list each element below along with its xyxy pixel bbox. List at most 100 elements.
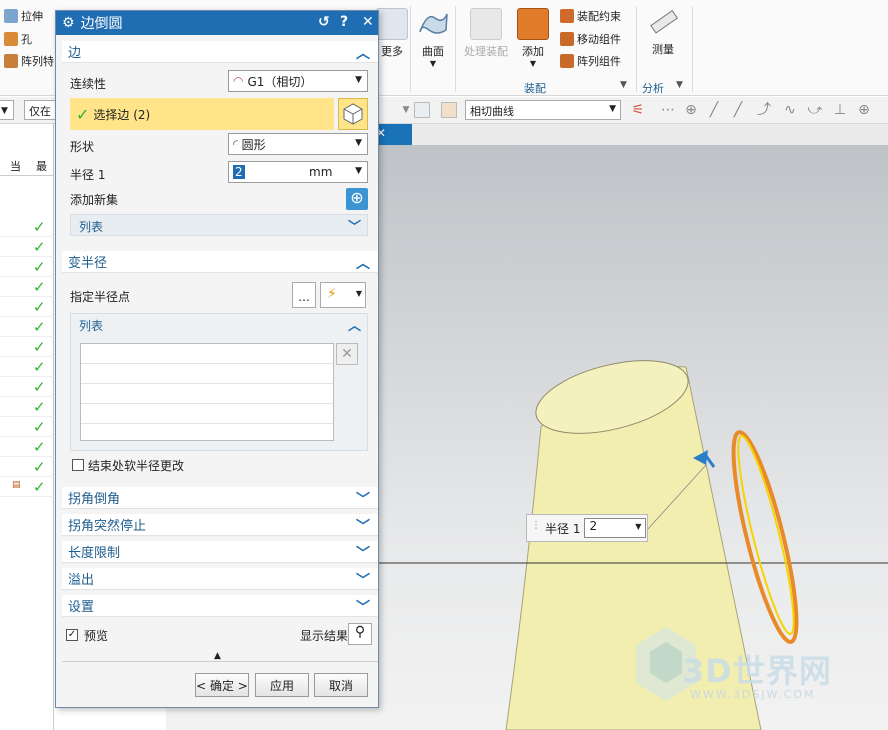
drag-grip-icon[interactable]: ⋮ bbox=[531, 520, 541, 531]
pattern-component-icon bbox=[560, 54, 574, 68]
ribbon-assembly-constraint-button[interactable]: 装配约束 bbox=[560, 8, 621, 24]
expand-chevron-icon[interactable]: ﹀ bbox=[348, 216, 361, 235]
section-stop-short-header[interactable]: 拐角突然停止 ﹀ bbox=[62, 514, 378, 536]
ribbon-measure-button[interactable]: 测量 bbox=[647, 6, 679, 57]
select-edge-row[interactable]: ✓ 选择边 (2) bbox=[70, 98, 334, 130]
soft-radius-change-checkbox[interactable] bbox=[72, 459, 84, 471]
feature-up-to-date-check-icon: ✓ bbox=[33, 358, 46, 376]
snap-intersection-icon[interactable]: ⤴ bbox=[756, 102, 772, 118]
help-icon[interactable]: ? bbox=[340, 14, 348, 30]
collapse-chevron-icon[interactable]: ︿ bbox=[356, 253, 370, 273]
ok-button[interactable]: < 确定 > bbox=[195, 673, 249, 697]
edge-list-header[interactable]: 列表 ﹀ bbox=[70, 214, 368, 236]
section-overflow-header[interactable]: 溢出 ﹀ bbox=[62, 568, 378, 590]
section-settings-header[interactable]: 设置 ﹀ bbox=[62, 595, 378, 617]
navigator-row-divider bbox=[0, 436, 54, 437]
ribbon-hole-button[interactable]: 孔 bbox=[4, 31, 32, 47]
select-edge-button[interactable] bbox=[338, 98, 368, 130]
snap-dropdown-icon[interactable]: ▼ bbox=[398, 102, 414, 118]
feature-up-to-date-check-icon: ✓ bbox=[33, 378, 46, 396]
navigator-row-divider bbox=[0, 276, 54, 277]
expand-chevron-icon[interactable]: ﹀ bbox=[356, 489, 370, 509]
hole-icon bbox=[4, 32, 18, 46]
assembly-group-expand-icon[interactable]: ▼ bbox=[620, 80, 627, 90]
expand-chevron-icon[interactable]: ﹀ bbox=[356, 570, 370, 590]
assembly-constraint-label: 装配约束 bbox=[577, 10, 621, 23]
snap-existing-point-icon[interactable]: ⊕ bbox=[856, 102, 872, 118]
remove-point-button[interactable]: ✕ bbox=[336, 343, 358, 365]
radius-point-list[interactable] bbox=[80, 343, 334, 441]
snap-endpoint-icon[interactable]: ⊕ bbox=[683, 102, 699, 118]
check-icon: ✓ bbox=[76, 104, 90, 124]
snap-point-icon[interactable]: ⋯ bbox=[660, 102, 676, 118]
shape-label: 形状 bbox=[70, 140, 95, 154]
move-component-label: 移动组件 bbox=[577, 33, 621, 46]
expand-chevron-icon[interactable]: ﹀ bbox=[356, 543, 370, 563]
solid-select-icon[interactable] bbox=[414, 102, 430, 118]
expand-chevron-icon[interactable]: ﹀ bbox=[356, 516, 370, 536]
curve-rule-value: 相切曲线 bbox=[470, 105, 514, 118]
snap-settings-icon[interactable]: ⚟ bbox=[630, 102, 646, 118]
collapse-chevron-icon[interactable]: ︿ bbox=[348, 315, 361, 334]
specify-radius-point-label: 指定半径点 bbox=[70, 290, 131, 304]
feature-up-to-date-check-icon: ✓ bbox=[33, 418, 46, 436]
point-inference-dropdown[interactable]: ⚡ ▼ bbox=[320, 282, 366, 308]
navigator-row-divider bbox=[0, 296, 54, 297]
analysis-group-expand-icon[interactable]: ▼ bbox=[676, 80, 683, 90]
add-new-set-button[interactable]: ⊕ bbox=[346, 188, 368, 210]
navigator-row-divider bbox=[0, 336, 54, 337]
ribbon-process-assembly-button[interactable]: 处理装配 bbox=[464, 8, 508, 59]
ribbon-add-component-button[interactable]: 添加 ▼ bbox=[517, 8, 549, 68]
collapse-dialog-icon[interactable]: ▲ bbox=[214, 651, 221, 661]
close-icon[interactable]: ✕ bbox=[362, 14, 374, 30]
section-length-limit-header[interactable]: 长度限制 ﹀ bbox=[62, 541, 378, 563]
section-variable-radius-title: 变半径 bbox=[68, 256, 108, 271]
show-result-button[interactable]: ⚲ bbox=[348, 623, 372, 645]
ribbon-pattern-feature-button[interactable]: 阵列特 bbox=[4, 53, 54, 69]
reset-icon[interactable]: ↺ bbox=[318, 14, 330, 30]
edge-list-label: 列表 bbox=[79, 220, 104, 234]
section-edge-header[interactable]: 边 ︿ bbox=[62, 41, 378, 63]
feature-up-to-date-check-icon: ✓ bbox=[33, 238, 46, 256]
curve-rule-dropdown[interactable]: 相切曲线 ▼ bbox=[465, 100, 621, 120]
radius-onscreen-field[interactable]: 2 ▼ bbox=[584, 518, 647, 538]
ribbon-extrude-button[interactable]: 拉伸 bbox=[4, 8, 43, 24]
ribbon-move-component-button[interactable]: 移动组件 bbox=[560, 31, 621, 47]
collapse-chevron-icon[interactable]: ︿ bbox=[356, 43, 370, 63]
navigator-row-divider bbox=[0, 456, 54, 457]
surface-label: 曲面 bbox=[422, 45, 444, 58]
radius-onscreen-input[interactable]: ⋮ 半径 1 2 ▼ bbox=[526, 514, 648, 542]
snap-midpoint-icon[interactable]: ╱ bbox=[706, 102, 722, 118]
ribbon-pattern-component-button[interactable]: 阵列组件 bbox=[560, 53, 621, 69]
surface-icon bbox=[419, 13, 448, 34]
settings-gear-icon[interactable]: ⚙ bbox=[62, 15, 75, 31]
ribbon-more-button[interactable]: 更多 bbox=[376, 8, 408, 59]
snap-control-point-icon[interactable]: ╱ bbox=[730, 102, 746, 118]
snap-curve-point-icon[interactable]: ∿ bbox=[782, 102, 798, 118]
continuity-dropdown[interactable]: ◠ G1（相切） ▼ bbox=[228, 70, 368, 92]
point-dialog-button[interactable]: … bbox=[292, 282, 316, 308]
column-latest: 最 bbox=[36, 160, 47, 173]
shape-dropdown[interactable]: ◜ 圆形 ▼ bbox=[228, 133, 368, 155]
type-filter-dropdown[interactable]: ▼ bbox=[0, 100, 14, 120]
more-label: 更多 bbox=[381, 45, 403, 58]
radius-input[interactable]: 2 mm ▼ bbox=[228, 161, 368, 183]
chevron-down-icon: ▼ bbox=[355, 289, 362, 298]
snap-quadrant-icon[interactable]: ⊥ bbox=[832, 102, 848, 118]
ribbon-surface-button[interactable]: 曲面 ▼ bbox=[417, 8, 449, 68]
face-select-icon[interactable] bbox=[441, 102, 457, 118]
snap-arc-center-icon[interactable]: ⤻ bbox=[807, 102, 823, 118]
section-corner-setback-header[interactable]: 拐角倒角 ﹀ bbox=[62, 487, 378, 509]
navigator-row-divider bbox=[0, 256, 54, 257]
cancel-button[interactable]: 取消 bbox=[314, 673, 368, 697]
continuity-label: 连续性 bbox=[70, 77, 107, 91]
dialog-titlebar[interactable]: ⚙ 边倒圆 ↺ ? ✕ bbox=[56, 11, 378, 35]
preview-checkbox[interactable]: ✓ bbox=[66, 629, 78, 641]
expand-chevron-icon[interactable]: ﹀ bbox=[356, 597, 370, 617]
section-edge-title: 边 bbox=[68, 46, 82, 61]
apply-button[interactable]: 应用 bbox=[255, 673, 309, 697]
section-variable-radius-header[interactable]: 变半径 ︿ bbox=[62, 251, 378, 273]
plus-circle-icon: ⊕ bbox=[350, 188, 364, 207]
part-navigator: 当 最 ✓ ✓ ✓ ✓ ✓ ✓ ✓ ✓ ✓ ✓ ✓ ✓ ✓ ✓ ▤ bbox=[0, 124, 54, 730]
radius-value: 2 bbox=[233, 165, 245, 179]
